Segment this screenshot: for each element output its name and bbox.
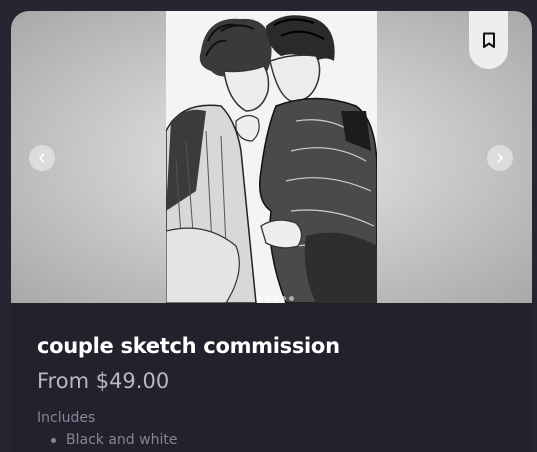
product-title: couple sketch commission (37, 334, 340, 358)
product-image[interactable] (166, 11, 377, 303)
pagination-dot-active[interactable] (257, 296, 262, 301)
pagination-dot[interactable] (265, 296, 270, 301)
pagination-dot[interactable] (281, 296, 286, 301)
image-gallery (11, 11, 532, 303)
next-image-button[interactable] (487, 145, 513, 171)
previous-image-button[interactable] (29, 145, 55, 171)
product-price: From $49.00 (37, 369, 170, 393)
chevron-right-icon (497, 153, 503, 163)
pagination-dot[interactable] (289, 296, 294, 301)
sketch-illustration (166, 11, 377, 303)
list-item: Black and white (37, 432, 177, 448)
bookmark-icon (482, 32, 495, 48)
list-item-label: Black and white (66, 432, 178, 448)
save-button[interactable] (469, 11, 508, 69)
includes-list: Black and white (37, 432, 177, 448)
includes-label: Includes (37, 410, 96, 426)
product-card: couple sketch commission From $49.00 Inc… (11, 11, 532, 452)
chevron-left-icon (39, 153, 45, 163)
bullet-icon (51, 437, 56, 443)
gallery-pagination (257, 296, 294, 301)
pagination-dot[interactable] (273, 296, 278, 301)
